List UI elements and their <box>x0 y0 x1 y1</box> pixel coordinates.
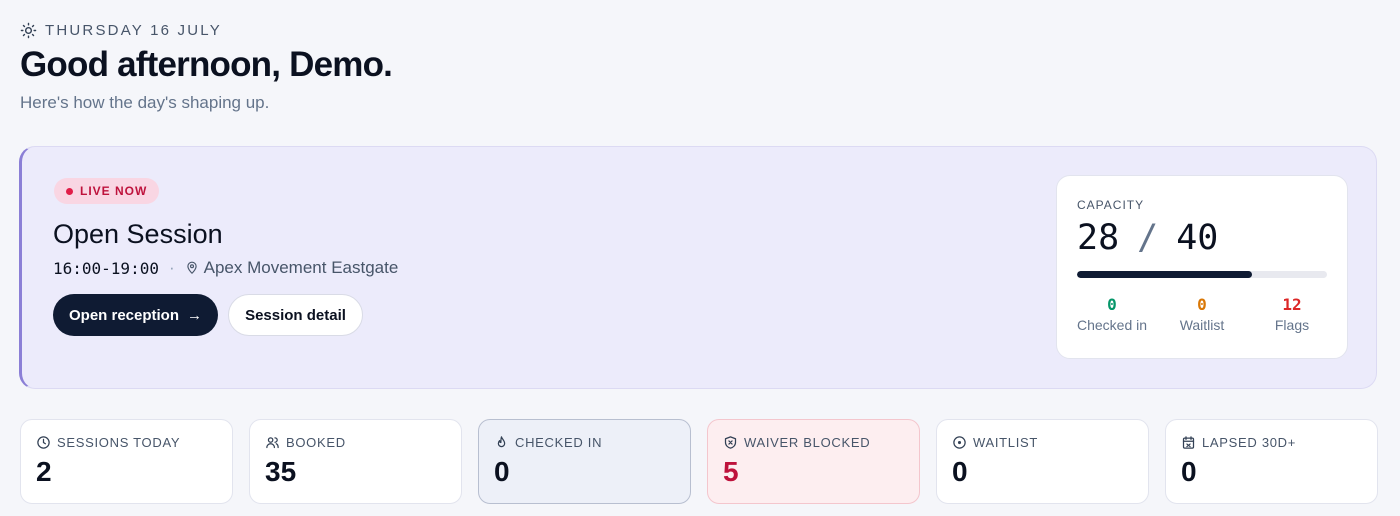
capacity-progress-fill <box>1077 271 1252 278</box>
session-time: 16:00-19:00 <box>53 258 159 278</box>
capacity-stats: 0 Checked in 0 Waitlist 12 Flags <box>1057 294 1347 333</box>
stat-waitlist: 0 Waitlist <box>1159 294 1245 333</box>
stat-checked-in: 0 Checked in <box>1069 294 1155 333</box>
capacity-progress-bar <box>1077 271 1327 278</box>
stat-card-label: SESSIONS TODAY <box>57 435 181 450</box>
calendar-icon <box>1182 436 1195 449</box>
stat-label: Checked in <box>1076 317 1148 333</box>
stat-card-waitlist[interactable]: WAITLIST 0 <box>936 419 1149 504</box>
stat-card-label: BOOKED <box>286 435 346 450</box>
session-title: Open Session <box>53 219 223 249</box>
session-detail-button[interactable]: Session detail <box>228 294 363 336</box>
stat-card-value: 0 <box>494 456 510 487</box>
capacity-value: 28 / 40 <box>1077 218 1218 258</box>
stat-card-label: CHECKED IN <box>515 435 603 450</box>
date-line: THURSDAY 16 JULY <box>20 22 222 39</box>
page-title: Good afternoon, Demo. <box>20 45 393 84</box>
stat-card-sessions-today[interactable]: SESSIONS TODAY 2 <box>20 419 233 504</box>
stat-value: 0 <box>1197 295 1207 314</box>
stat-label: Flags <box>1274 317 1310 333</box>
map-pin-icon <box>186 261 197 274</box>
session-meta: 16:00-19:00 · Apex Movement Eastgate <box>53 258 398 278</box>
stat-flags: 12 Flags <box>1249 294 1335 333</box>
stat-card-value: 35 <box>265 456 297 487</box>
stat-value: 0 <box>1107 295 1117 314</box>
open-reception-button[interactable]: Open reception → <box>53 294 218 336</box>
session-location: Apex Movement Eastgate <box>185 258 399 278</box>
live-session-card: LIVE NOW Open Session 16:00-19:00 · Apex… <box>19 146 1377 389</box>
users-icon <box>266 437 279 449</box>
flame-icon <box>497 436 506 448</box>
stat-card-waiver-blocked[interactable]: WAIVER BLOCKED 5 <box>707 419 920 504</box>
dashboard-page: THURSDAY 16 JULY Good afternoon, Demo. H… <box>0 0 1400 516</box>
live-dot-icon <box>66 187 73 195</box>
session-location-text: Apex Movement Eastgate <box>203 258 399 277</box>
live-badge-label: LIVE NOW <box>80 184 148 198</box>
meta-separator: · <box>168 258 175 277</box>
stat-card-label: LAPSED 30D+ <box>1202 435 1297 450</box>
capacity-panel: CAPACITY 28 / 40 0 Checked in 0 Waitlist <box>1056 175 1348 359</box>
stat-cards-row: SESSIONS TODAY 2 BOOKED 35 CHECKED IN 0 <box>20 419 1378 504</box>
stat-card-value: 0 <box>952 456 968 487</box>
stat-card-value: 5 <box>723 456 739 487</box>
capacity-label: CAPACITY <box>1077 198 1145 212</box>
stat-card-value: 0 <box>1181 456 1197 487</box>
capacity-total: 40 <box>1176 218 1219 258</box>
stat-card-value: 2 <box>36 456 52 487</box>
stat-card-booked[interactable]: BOOKED 35 <box>249 419 462 504</box>
date-text: THURSDAY 16 JULY <box>45 22 222 39</box>
stat-card-lapsed[interactable]: LAPSED 30D+ 0 <box>1165 419 1378 504</box>
stat-card-label: WAITLIST <box>973 435 1039 450</box>
arrow-right-icon: → <box>187 306 203 324</box>
live-now-badge: LIVE NOW <box>54 178 160 204</box>
sun-icon <box>20 22 37 39</box>
circle-dot-icon <box>953 436 966 449</box>
stat-card-checked-in[interactable]: CHECKED IN 0 <box>478 419 691 504</box>
open-reception-label: Open reception <box>68 306 180 324</box>
stat-label: Waitlist <box>1179 317 1225 333</box>
capacity-slash: / <box>1137 218 1159 258</box>
stat-card-label: WAIVER BLOCKED <box>744 435 871 450</box>
shield-x-icon <box>724 436 737 449</box>
capacity-current: 28 <box>1077 218 1120 258</box>
stat-value: 12 <box>1282 295 1302 314</box>
clock-icon <box>37 436 50 449</box>
page-subtitle: Here's how the day's shaping up. <box>20 93 270 112</box>
